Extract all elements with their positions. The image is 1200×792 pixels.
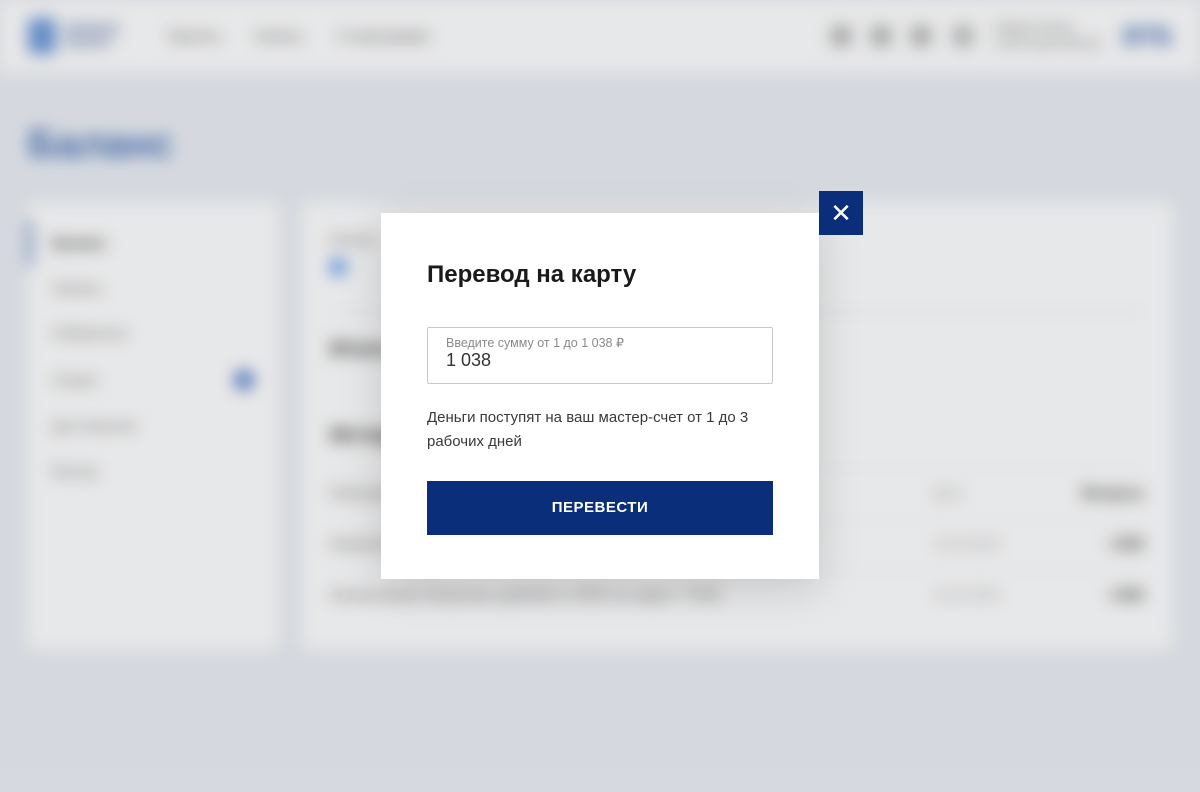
amount-input-label: Введите сумму от 1 до 1 038 ₽: [446, 335, 624, 350]
close-button[interactable]: ✕: [819, 191, 863, 235]
transfer-button[interactable]: ПЕРЕВЕСТИ: [427, 481, 773, 535]
modal-overlay[interactable]: ✕ Перевод на карту Введите сумму от 1 до…: [0, 0, 1200, 792]
close-icon: ✕: [830, 198, 852, 229]
amount-input-wrap[interactable]: Введите сумму от 1 до 1 038 ₽: [427, 327, 773, 384]
modal-hint: Деньги поступят на ваш мастер-счет от 1 …: [427, 406, 773, 453]
amount-input[interactable]: [446, 350, 754, 371]
modal-title: Перевод на карту: [427, 261, 773, 289]
transfer-modal: Перевод на карту Введите сумму от 1 до 1…: [381, 213, 819, 579]
